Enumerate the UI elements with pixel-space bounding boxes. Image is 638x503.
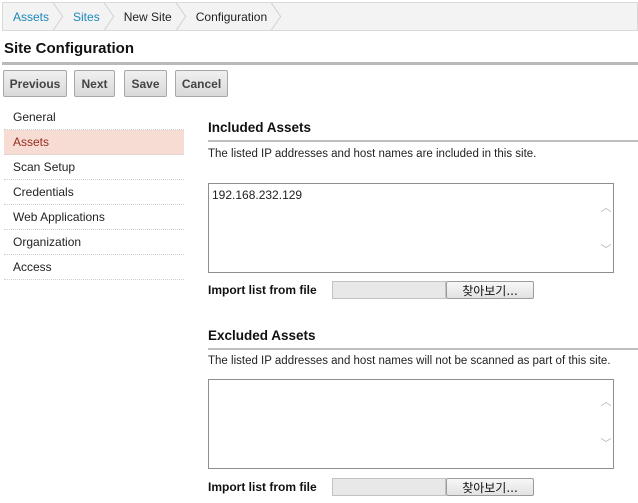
included-assets-divider: [208, 140, 638, 142]
chevron-right-icon: [271, 3, 282, 30]
breadcrumb-label: Assets: [13, 9, 50, 24]
previous-button[interactable]: Previous: [3, 70, 67, 97]
scroll-down-icon[interactable]: ﹀: [600, 438, 612, 450]
excluded-browse-button[interactable]: 찾아보기...: [446, 478, 534, 496]
sidebar-item-assets[interactable]: Assets: [4, 130, 184, 155]
scroll-down-icon[interactable]: ﹀: [600, 244, 612, 256]
breadcrumb-label: Sites: [73, 9, 100, 24]
breadcrumb-configuration: Configuration: [186, 3, 282, 30]
save-button[interactable]: Save: [124, 70, 167, 97]
next-button[interactable]: Next: [74, 70, 115, 97]
sidebar-item-general[interactable]: General: [4, 105, 184, 130]
included-file-path-field[interactable]: [332, 281, 446, 299]
included-import-label: Import list from file: [208, 283, 317, 297]
sidebar-item-scan-setup[interactable]: Scan Setup: [4, 155, 184, 180]
breadcrumb-label: New Site: [123, 9, 172, 24]
sidebar: General Assets Scan Setup Credentials We…: [4, 105, 184, 280]
excluded-assets-title: Excluded Assets: [208, 328, 316, 343]
excluded-assets-description: The listed IP addresses and host names w…: [208, 355, 611, 367]
cancel-button[interactable]: Cancel: [175, 70, 228, 97]
excluded-assets-textarea[interactable]: ︿ ﹀: [208, 379, 614, 469]
breadcrumb-assets[interactable]: Assets: [3, 3, 64, 30]
included-assets-textarea[interactable]: 192.168.232.129 ︿ ﹀: [208, 183, 614, 273]
included-assets-description: The listed IP addresses and host names a…: [208, 148, 537, 160]
breadcrumb-sites[interactable]: Sites: [63, 3, 114, 30]
sidebar-item-credentials[interactable]: Credentials: [4, 180, 184, 205]
breadcrumb-label: Configuration: [195, 9, 268, 24]
title-divider: [2, 62, 638, 65]
sidebar-item-web-applications[interactable]: Web Applications: [4, 205, 184, 230]
breadcrumb-new-site: New Site: [114, 3, 186, 30]
excluded-import-label: Import list from file: [208, 480, 317, 494]
page-title: Site Configuration: [4, 40, 134, 57]
breadcrumb: Assets Sites New Site Configuration: [2, 2, 638, 31]
excluded-assets-divider: [208, 348, 638, 350]
included-assets-title: Included Assets: [208, 120, 312, 135]
included-browse-button[interactable]: 찾아보기...: [446, 281, 534, 299]
scroll-up-icon[interactable]: ︿: [600, 396, 612, 408]
scroll-up-icon[interactable]: ︿: [600, 202, 612, 214]
sidebar-item-access[interactable]: Access: [4, 255, 184, 280]
included-assets-value: 192.168.232.129: [212, 188, 303, 202]
excluded-file-path-field[interactable]: [332, 478, 446, 496]
sidebar-item-organization[interactable]: Organization: [4, 230, 184, 255]
